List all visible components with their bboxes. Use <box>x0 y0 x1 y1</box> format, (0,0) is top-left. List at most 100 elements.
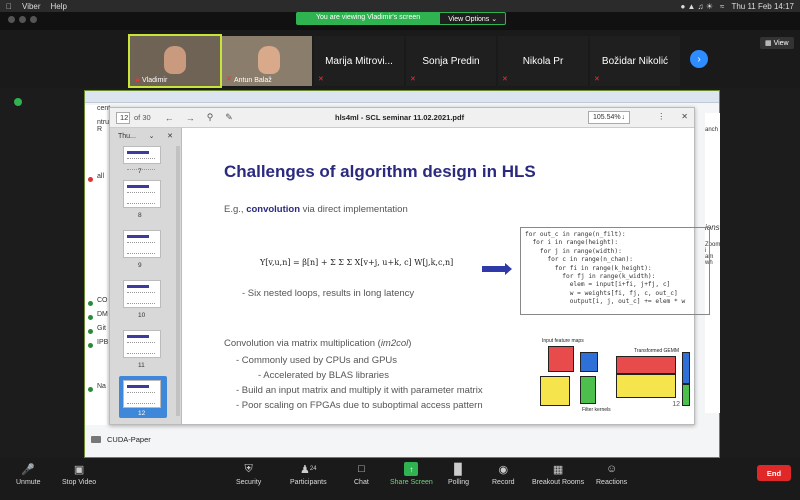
minimize-window-icon[interactable] <box>19 16 26 23</box>
more-icon[interactable]: ⋮ <box>657 112 665 121</box>
smiley-icon: ☺ <box>605 463 618 475</box>
im2col-prefix: Convolution via matrix multiplication ( <box>224 338 381 349</box>
code-block: for out_c in range(n_filt): for i in ran… <box>520 227 710 315</box>
thumbnail-number: 9 <box>138 262 142 269</box>
chevron-down-icon: ↓ <box>621 114 626 121</box>
reactions-label: Reactions <box>596 479 628 486</box>
page-number-input[interactable]: 12 <box>116 111 130 124</box>
participant-tile-sonja[interactable]: Sonja Predin ✕ <box>406 36 496 86</box>
unmute-label: Unmute <box>16 479 41 486</box>
breakout-label: Breakout Rooms <box>532 479 585 486</box>
thumbnail-page-current[interactable] <box>123 380 161 408</box>
convolution-formula: Y[v,u,n] = β[n] + Σ Σ Σ X[v+j, u+k, c] W… <box>260 258 454 267</box>
participant-tile-nikola[interactable]: Nikola Pr ✕ <box>498 36 588 86</box>
slide-bullet: - Poor scaling on FPGAs due to suboptima… <box>236 400 483 411</box>
breakout-rooms-button[interactable]: ▦ Breakout Rooms <box>532 462 585 487</box>
bg-sidebar-label: cent <box>85 105 110 119</box>
close-icon[interactable]: ✕ <box>167 132 173 140</box>
menu-help[interactable]: Help <box>51 2 67 11</box>
diagram-label: Filter kernels <box>582 407 611 413</box>
mic-muted-icon: ✕ <box>502 76 508 83</box>
share-screen-button[interactable]: ↑ Share Screen <box>390 462 433 486</box>
diagram-gemm-red <box>616 356 676 374</box>
participants-icon: ♟ 24 <box>300 463 317 476</box>
chat-label: Chat <box>354 479 369 486</box>
participant-name: Marija Mitrovi... <box>325 55 393 67</box>
page-total: of 30 <box>134 113 151 122</box>
thumbnail-number: 8 <box>138 212 142 219</box>
window-controls <box>8 16 37 23</box>
thumbnail-page[interactable] <box>123 180 161 208</box>
participant-tile-marija[interactable]: Marija Mitrovi... ✕ <box>314 36 404 86</box>
record-label: Record <box>492 479 515 486</box>
folder-cuda-paper[interactable]: CUDA-Paper <box>91 435 151 444</box>
wifi-icon[interactable]: ≈ <box>720 2 724 11</box>
participant-name: Nikola Pr <box>522 55 564 67</box>
participant-tile-antun[interactable]: ✕ Antun Balaž <box>222 36 312 86</box>
bg-sidebar-label: Na <box>85 383 107 397</box>
apple-icon[interactable]:  <box>6 2 12 11</box>
share-screen-label: Share Screen <box>390 479 433 486</box>
clock[interactable]: Thu 11 Feb 14:17 <box>731 2 794 11</box>
thumbnail-number: 11 <box>138 362 145 369</box>
thumb-view-select[interactable]: Thu... <box>118 133 136 140</box>
arrow-right-icon[interactable]: → <box>186 113 195 123</box>
pen-icon[interactable]: ✎ <box>225 112 233 123</box>
participant-name: Sonja Predin <box>422 55 480 67</box>
participant-name: Božidar Nikolić <box>601 55 669 67</box>
record-icon: ◉ <box>498 463 509 476</box>
chevron-down-icon[interactable]: ⌄ <box>149 132 155 140</box>
thumbnail-number: 7 <box>138 168 142 175</box>
bg-sidebar-label: IPB <box>85 339 108 353</box>
video-camera-icon: ▣ <box>73 463 85 476</box>
view-button[interactable]: ▦ View <box>760 37 794 49</box>
eg-prefix: E.g., <box>224 204 247 215</box>
diagram-gemm-blue <box>682 352 690 384</box>
folder-label: CUDA-Paper <box>107 435 151 444</box>
status-icons: ● ▲ ♫ ☀ <box>680 1 714 11</box>
bg-sidebar-label: ntru R <box>85 119 109 133</box>
thumbnail-page[interactable] <box>123 280 161 308</box>
record-button[interactable]: ◉ Record <box>492 462 515 487</box>
thumbnail-page[interactable] <box>123 230 161 258</box>
stop-video-button[interactable]: ▣ Stop Video <box>62 462 96 487</box>
pin-icon: ▲ <box>134 76 141 83</box>
chat-button[interactable]: □ Chat <box>354 462 369 486</box>
unmute-button[interactable]: 🎤 Unmute <box>16 462 41 487</box>
diagram-blue-kernel <box>580 352 598 372</box>
participant-name: Antun Balaž <box>234 77 272 84</box>
folder-icon <box>91 436 101 443</box>
zoom-value: 105.54% <box>593 114 621 121</box>
polling-label: Polling <box>448 479 470 486</box>
bg-sidebar-label: Git <box>85 325 107 339</box>
polling-button[interactable]: ▉ Polling <box>448 462 470 487</box>
next-page-icon[interactable]: › <box>690 50 708 68</box>
participants-button[interactable]: ♟ 24 Participants <box>290 462 327 487</box>
screen-share-banner: You are viewing Vladimir's screen View O… <box>296 12 507 25</box>
search-icon[interactable]: ⚲ <box>207 112 214 123</box>
arrow-left-icon[interactable]: ← <box>165 113 174 123</box>
security-button[interactable]: ⛨ Security <box>236 462 261 487</box>
thumbnail-number: 10 <box>138 312 146 319</box>
close-icon[interactable]: ✕ <box>681 112 688 121</box>
menu-app[interactable]: Viber <box>22 2 41 11</box>
diagram-label: Input feature maps <box>542 338 584 344</box>
zoom-window-icon[interactable] <box>30 16 37 23</box>
thumbnail-page[interactable] <box>123 330 161 358</box>
reactions-button[interactable]: ☺ Reactions <box>596 462 627 486</box>
shield-icon: ⛨ <box>244 462 253 475</box>
end-meeting-button[interactable]: End <box>757 465 791 481</box>
thumbnail-scrollbar[interactable] <box>176 146 180 416</box>
participant-tile-vladimir[interactable]: ▲ Vladimir <box>128 34 222 88</box>
slide-eg-line: E.g., convolution via direct implementat… <box>224 204 408 215</box>
view-options-button[interactable]: View Options ⌄ <box>440 12 507 25</box>
eg-bold: convolution <box>246 204 301 215</box>
participant-tile-bozidar[interactable]: Božidar Nikolić ✕ <box>590 36 680 86</box>
mic-muted-icon: ✕ <box>410 76 416 83</box>
thumbnail-page[interactable] <box>123 146 161 170</box>
close-window-icon[interactable] <box>8 16 15 23</box>
viewing-text: You are viewing Vladimir's screen <box>296 12 441 25</box>
zoom-select[interactable]: 105.54% ↓ <box>588 111 630 124</box>
im2col-suffix: ) <box>408 338 412 349</box>
slide-sub-bullet: - Accelerated by BLAS libraries <box>258 370 389 381</box>
